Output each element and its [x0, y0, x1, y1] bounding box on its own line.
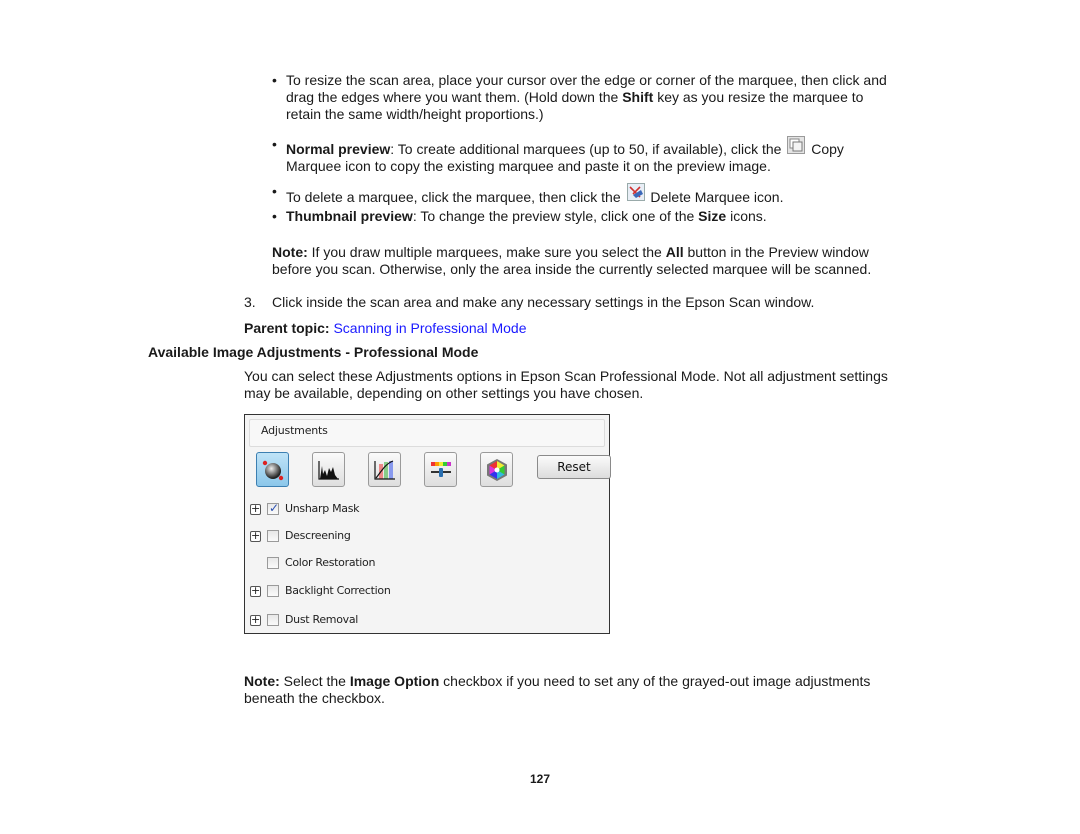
option-label: Descreening	[285, 529, 351, 542]
intro-line: may be available, depending on other set…	[244, 385, 644, 401]
page-number: 127	[529, 772, 551, 786]
step-3-number: 3.	[244, 294, 256, 310]
bullet-marker: •	[272, 72, 277, 88]
option-color-restoration: Color Restoration	[250, 556, 600, 572]
copy-marquee-icon	[787, 136, 806, 154]
expand-icon[interactable]: +	[250, 585, 261, 597]
note-multiple-marquees: Note: If you draw multiple marquees, mak…	[272, 244, 932, 278]
option-label: Color Restoration	[285, 556, 376, 569]
bullet-normal-preview: Normal preview: To create additional mar…	[286, 136, 936, 175]
reset-button[interactable]: Reset	[537, 455, 611, 479]
note-image-option: Note: Select the Image Option checkbox i…	[244, 673, 944, 707]
bullet-marker: •	[272, 183, 277, 199]
note-line: Note: If you draw multiple marquees, mak…	[272, 244, 869, 260]
expand-icon[interactable]: +	[250, 530, 261, 542]
tone-correction-icon	[374, 460, 395, 480]
parent-topic-link[interactable]: Scanning in Professional Mode	[333, 320, 526, 336]
color-palette-icon	[487, 459, 507, 481]
option-label: Dust Removal	[285, 613, 359, 626]
bullet-line: To delete a marquee, click the marquee, …	[286, 183, 936, 206]
bullet-line: retain the same width/height proportions…	[286, 106, 544, 122]
image-adjustment-icon	[431, 462, 451, 477]
note-line: Note: Select the Image Option checkbox i…	[244, 673, 871, 689]
delete-marquee-icon	[626, 183, 645, 201]
parent-topic-label: Parent topic:	[244, 320, 330, 336]
color-restoration-checkbox[interactable]	[267, 557, 279, 569]
bullet-line: Normal preview: To create additional mar…	[286, 136, 936, 158]
option-backlight-correction: + Backlight Correction	[250, 584, 600, 600]
expand-icon[interactable]: +	[250, 614, 261, 626]
section-heading: Available Image Adjustments - Profession…	[148, 344, 479, 360]
auto-exposure-icon	[262, 460, 284, 481]
intro-line: You can select these Adjustments options…	[244, 368, 888, 384]
expand-icon[interactable]: +	[250, 503, 261, 515]
check-icon: ✓	[269, 501, 280, 515]
option-unsharp-mask: + ✓ Unsharp Mask	[250, 501, 600, 518]
option-descreening: + Descreening	[250, 529, 600, 545]
adjustments-title: Adjustments	[261, 424, 328, 437]
backlight-correction-checkbox[interactable]	[267, 585, 279, 597]
bullet-line: Marquee icon to copy the existing marque…	[286, 158, 771, 174]
bullet-marker: •	[272, 208, 277, 224]
color-palette-button[interactable]	[480, 452, 513, 487]
image-adjustment-button[interactable]	[424, 452, 457, 487]
shift-key-text: Shift	[622, 89, 654, 105]
bullet-line: To resize the scan area, place your curs…	[286, 72, 887, 88]
tone-correction-button[interactable]	[368, 452, 401, 487]
option-label: Unsharp Mask	[285, 502, 360, 515]
bullet-line: drag the edges where you want them. (Hol…	[286, 89, 864, 105]
note-line: beneath the checkbox.	[244, 690, 385, 706]
histogram-adjustment-button[interactable]	[312, 452, 345, 487]
dust-removal-checkbox[interactable]	[267, 614, 279, 626]
auto-exposure-button[interactable]	[256, 452, 289, 487]
histogram-icon	[318, 461, 339, 480]
bullet-line: Thumbnail preview: To change the preview…	[286, 208, 767, 224]
option-label: Backlight Correction	[285, 584, 391, 597]
note-line: before you scan. Otherwise, only the are…	[272, 261, 872, 277]
descreening-checkbox[interactable]	[267, 530, 279, 542]
bullet-thumbnail-preview: Thumbnail preview: To change the preview…	[286, 208, 936, 225]
bullet-resize: To resize the scan area, place your curs…	[286, 72, 936, 123]
section-intro: You can select these Adjustments options…	[244, 368, 944, 402]
adjustments-panel: Adjustments Reset + ✓ Unsharp Mask + Des…	[244, 414, 611, 634]
bullet-delete-marquee: To delete a marquee, click the marquee, …	[286, 183, 936, 206]
unsharp-mask-checkbox[interactable]: ✓	[267, 501, 280, 515]
option-dust-removal: + Dust Removal	[250, 613, 600, 629]
parent-topic: Parent topic: Scanning in Professional M…	[244, 320, 526, 337]
step-3-text: Click inside the scan area and make any …	[272, 294, 815, 310]
bullet-marker: •	[272, 136, 277, 152]
